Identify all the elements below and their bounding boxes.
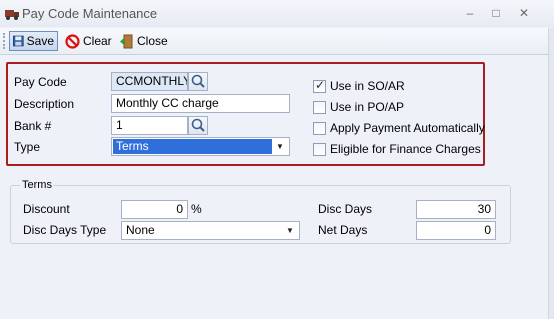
window-title: Pay Code Maintenance — [22, 6, 158, 21]
save-label: Save — [26, 34, 54, 48]
discount-field[interactable]: 0 — [121, 200, 188, 219]
type-select-value: Terms — [113, 139, 272, 154]
clear-button[interactable]: Clear — [62, 31, 115, 51]
terms-group-title: Terms — [20, 179, 54, 191]
type-label: Type — [14, 140, 41, 154]
bank-lookup-button[interactable] — [188, 116, 208, 135]
eligible-finance-charges-checkbox[interactable] — [313, 143, 326, 156]
close-window-button[interactable]: ✕ — [514, 4, 534, 22]
title-bar: Pay Code Maintenance – □ ✕ — [0, 0, 554, 27]
use-in-soar-checkbox[interactable] — [313, 78, 326, 93]
bank-label: Bank # — [14, 119, 52, 133]
toolbar: Save Clear Close — [0, 28, 554, 55]
minimize-button[interactable]: – — [460, 4, 480, 22]
type-select[interactable]: Terms ▼ — [111, 137, 290, 156]
disc-days-type-select[interactable]: None ▼ — [121, 221, 300, 240]
chevron-down-icon[interactable]: ▼ — [273, 139, 287, 154]
floppy-disk-icon — [13, 35, 24, 47]
pay-code-lookup-button[interactable] — [188, 72, 208, 91]
disc-days-type-label: Disc Days Type — [23, 223, 107, 237]
clear-label: Clear — [83, 34, 112, 48]
discount-label: Discount — [23, 202, 70, 216]
use-in-poap-checkbox[interactable] — [313, 101, 326, 114]
disc-days-type-value: None — [126, 223, 155, 237]
discount-percent-label: % — [191, 202, 202, 216]
net-days-field[interactable]: 0 — [416, 221, 496, 240]
disc-days-label: Disc Days — [318, 202, 373, 216]
pay-code-field[interactable]: CCMONTHLY — [111, 72, 188, 91]
toolbar-grip[interactable] — [3, 33, 7, 49]
close-button[interactable]: Close — [116, 31, 171, 51]
use-in-poap-label: Use in PO/AP — [330, 100, 405, 114]
exit-door-icon — [120, 34, 133, 48]
no-entry-icon — [65, 33, 80, 49]
right-edge-panel — [548, 28, 554, 319]
eligible-finance-charges-label: Eligible for Finance Charges — [330, 142, 481, 156]
disc-days-field[interactable]: 30 — [416, 200, 496, 219]
maximize-button[interactable]: □ — [486, 4, 506, 22]
apply-payment-automatically-checkbox[interactable] — [313, 122, 326, 135]
description-label: Description — [14, 97, 75, 111]
pay-code-label: Pay Code — [14, 75, 67, 89]
description-field[interactable]: Monthly CC charge — [111, 94, 290, 113]
close-label: Close — [137, 34, 168, 48]
save-button[interactable]: Save — [9, 31, 58, 51]
bank-field[interactable]: 1 — [111, 116, 188, 135]
apply-payment-automatically-label: Apply Payment Automatically — [330, 121, 485, 135]
net-days-label: Net Days — [318, 223, 368, 237]
magnifier-icon — [191, 118, 205, 132]
truck-icon — [5, 10, 19, 20]
use-in-soar-label: Use in SO/AR — [330, 79, 405, 93]
magnifier-icon — [191, 74, 205, 88]
chevron-down-icon[interactable]: ▼ — [283, 223, 297, 238]
